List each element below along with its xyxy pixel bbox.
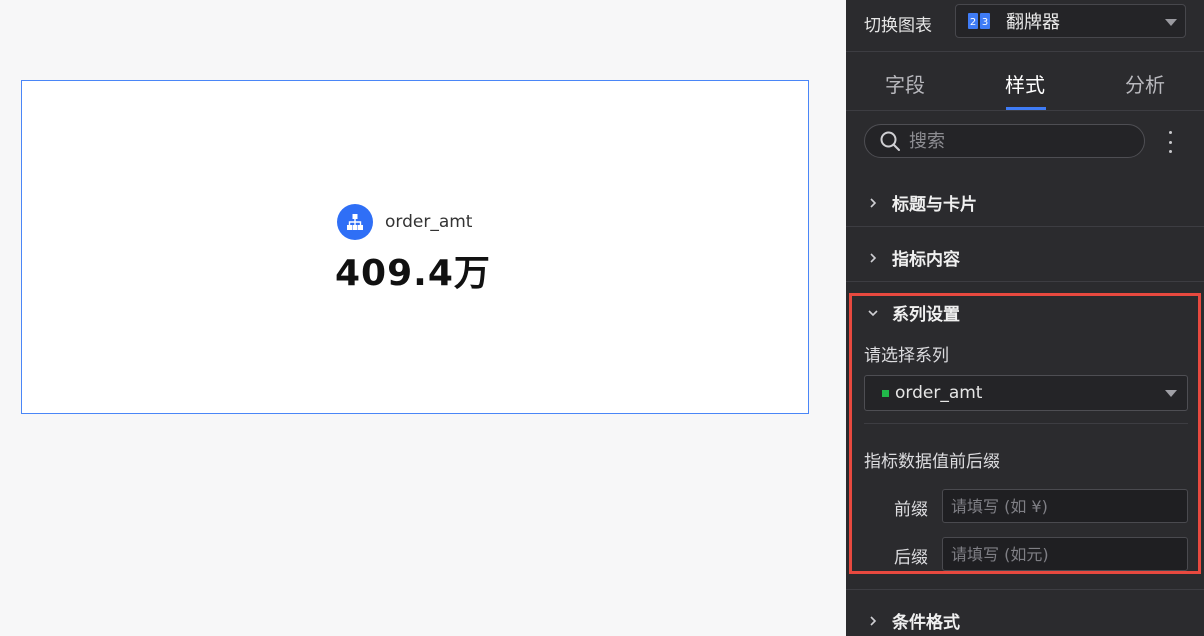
chart-type-label: 翻牌器 xyxy=(1006,12,1060,33)
chevron-down-icon xyxy=(1165,390,1177,397)
divider xyxy=(846,226,1204,227)
prefix-label: 前缀 xyxy=(894,500,928,520)
tab-analysis[interactable]: 分析 xyxy=(1125,69,1165,98)
metric-header: order_amt xyxy=(337,204,472,240)
section-label: 标题与卡片 xyxy=(892,195,977,215)
metric-value: 409.4万 xyxy=(335,253,491,294)
chevron-right-icon xyxy=(870,615,877,626)
panel-tabs: 字段 样式 分析 xyxy=(846,52,1204,110)
dashboard-canvas: order_amt 409.4万 xyxy=(0,0,846,636)
tab-style[interactable]: 样式 xyxy=(1005,69,1045,98)
section-label: 系列设置 xyxy=(892,305,960,325)
section-label: 条件格式 xyxy=(892,613,960,633)
divider xyxy=(846,281,1204,282)
tab-fields[interactable]: 字段 xyxy=(885,69,925,98)
series-select[interactable]: order_amt xyxy=(864,375,1188,411)
series-color-swatch xyxy=(882,389,889,397)
hierarchy-icon xyxy=(337,204,373,240)
affix-label: 指标数据值前后缀 xyxy=(864,452,1000,472)
search-icon xyxy=(880,131,900,151)
search-input[interactable] xyxy=(907,129,1131,153)
chart-type-select[interactable]: 2 3 翻牌器 xyxy=(955,4,1186,38)
suffix-label: 后缀 xyxy=(894,548,928,568)
more-options-icon[interactable] xyxy=(1164,131,1176,153)
flip-counter-icon: 2 3 xyxy=(968,13,990,29)
series-select-label: 请选择系列 xyxy=(864,346,949,366)
section-label: 指标内容 xyxy=(892,250,960,270)
metric-name: order_amt xyxy=(385,212,473,232)
section-conditional-format[interactable]: 条件格式 xyxy=(868,608,960,633)
svg-text:2: 2 xyxy=(970,17,976,28)
chevron-right-icon xyxy=(870,252,877,263)
section-metric-content[interactable]: 指标内容 xyxy=(868,245,960,270)
svg-text:3: 3 xyxy=(982,17,988,28)
suffix-input[interactable] xyxy=(942,537,1188,571)
chevron-down-icon xyxy=(868,309,878,316)
divider xyxy=(864,423,1188,424)
metric-card[interactable]: order_amt 409.4万 xyxy=(21,80,809,414)
settings-panel: 切换图表 2 3 翻牌器 字段 样式 分析 标题与卡片 指标内容 xyxy=(846,0,1204,636)
section-series-settings[interactable]: 系列设置 xyxy=(868,300,960,325)
section-title-card[interactable]: 标题与卡片 xyxy=(868,190,977,215)
search-box[interactable] xyxy=(864,124,1145,158)
divider xyxy=(846,110,1204,111)
prefix-input[interactable] xyxy=(942,489,1188,523)
series-selected: order_amt xyxy=(895,383,983,403)
chevron-right-icon xyxy=(870,197,877,208)
divider xyxy=(846,589,1204,590)
switch-chart-label: 切换图表 xyxy=(864,16,932,36)
chevron-down-icon xyxy=(1165,19,1177,26)
